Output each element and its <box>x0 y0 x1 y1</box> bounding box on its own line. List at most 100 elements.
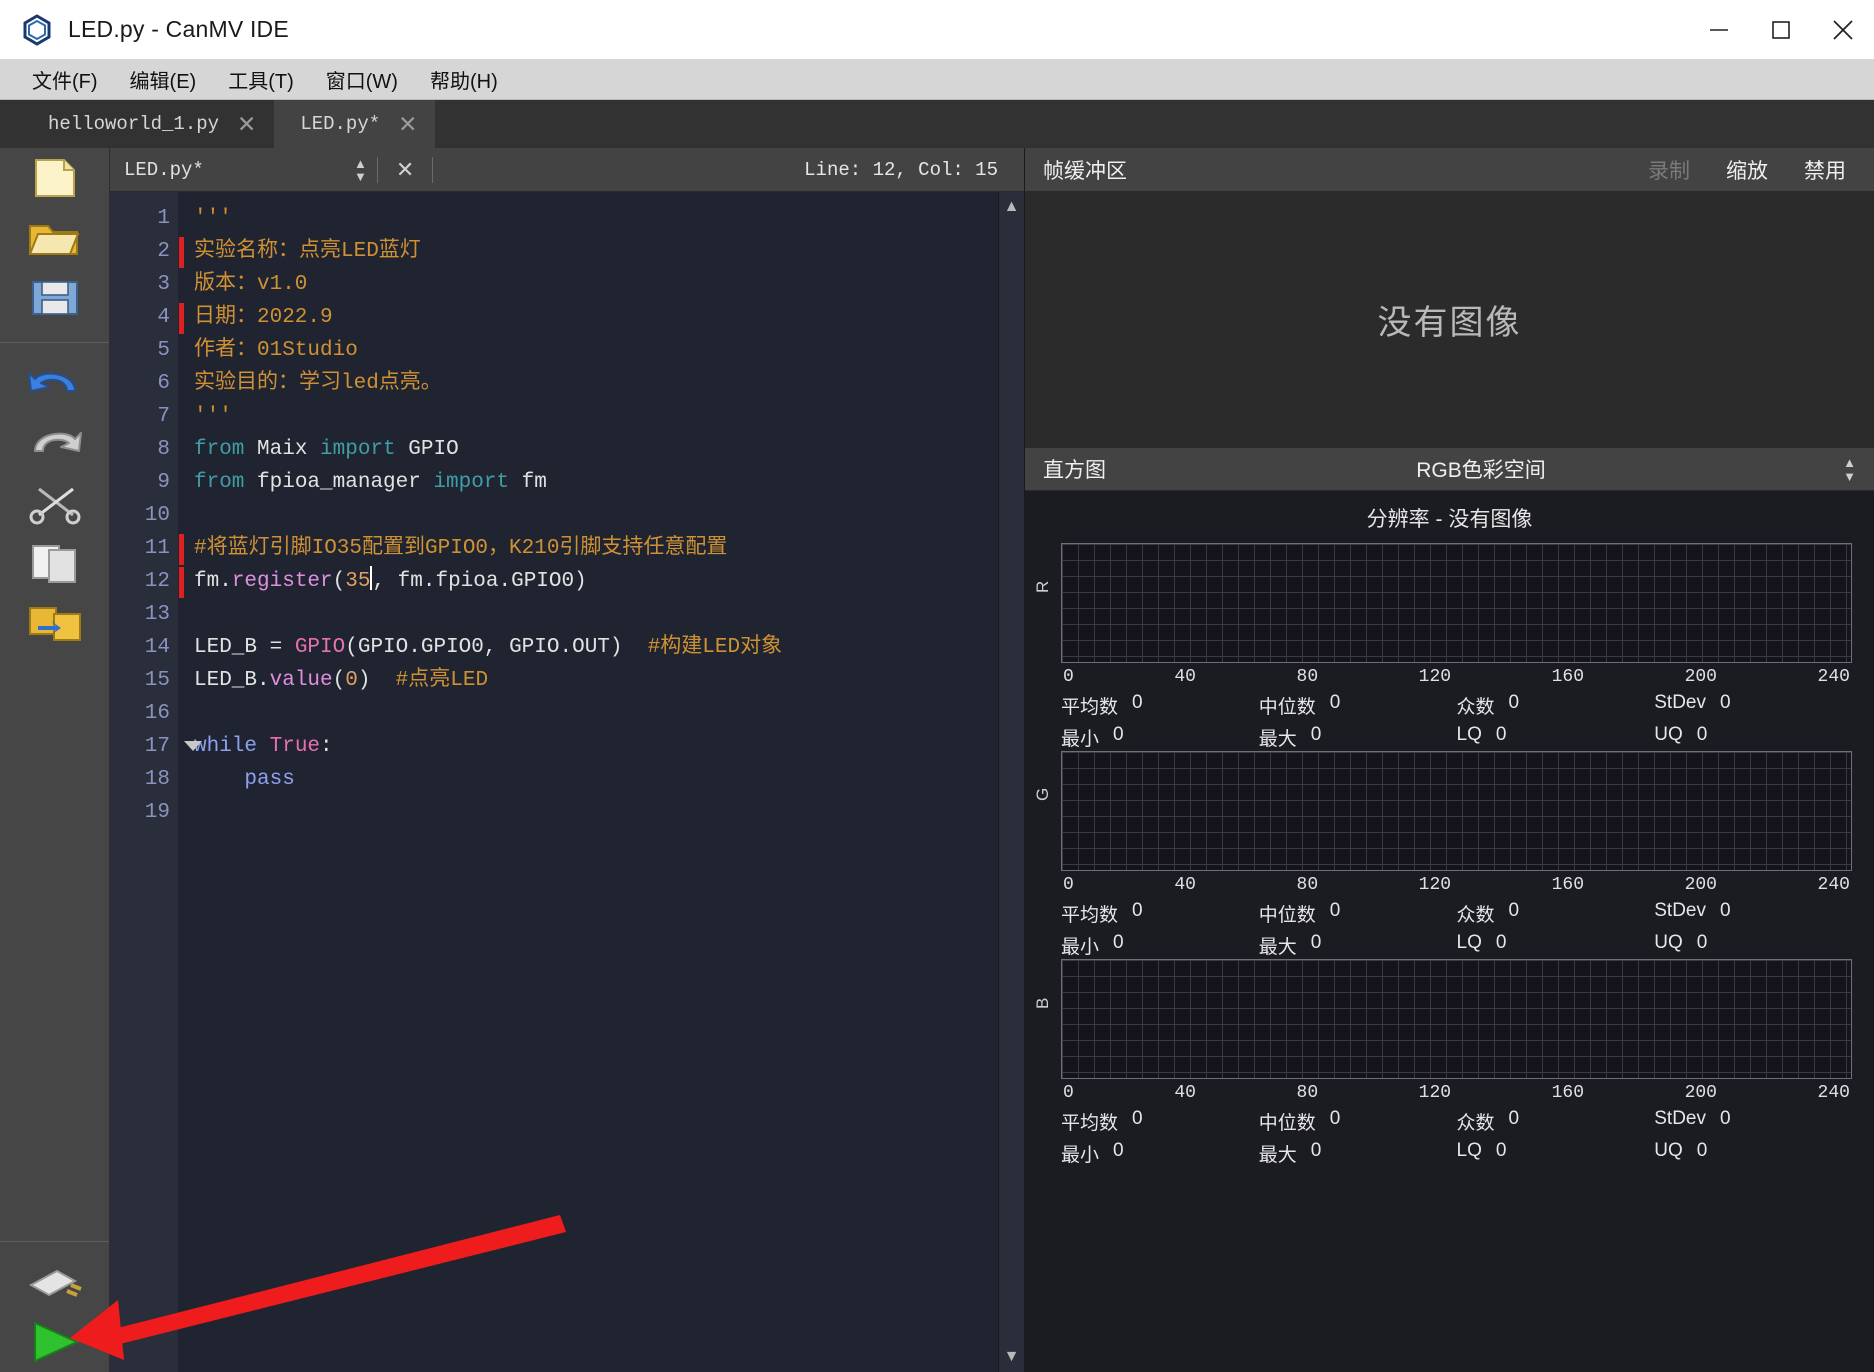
stat-label: 中位数 <box>1258 905 1316 926</box>
code-line: 版本：v1.0 <box>194 273 308 296</box>
record-button[interactable]: 录制 <box>1648 155 1690 185</box>
stat-label: 最小 <box>1061 1145 1100 1166</box>
code-line: from Maix import GPIO <box>194 438 459 461</box>
stat-StDev: StDev 0 <box>1654 692 1852 719</box>
save-floppy-icon[interactable] <box>19 268 91 328</box>
fold-toggle-icon[interactable] <box>184 741 202 751</box>
stat-label: 平均数 <box>1061 905 1119 926</box>
stat-value: 0 <box>1329 692 1341 713</box>
code-line: 作者：01Studio <box>194 339 358 362</box>
stat-value: 0 <box>1310 1140 1322 1161</box>
line-number: 14 <box>144 636 170 659</box>
histogram-axis: 0 40 80 120 160 200 240 <box>1061 663 1852 687</box>
framebuffer-header: 帧缓冲区 录制 缩放 禁用 <box>1025 148 1874 192</box>
disable-button[interactable]: 禁用 <box>1804 155 1846 185</box>
histogram-title: 直方图 <box>1043 459 1106 482</box>
axis-tick: 40 <box>1174 667 1196 687</box>
axis-tick: 240 <box>1817 667 1850 687</box>
stat-value: 0 <box>1310 932 1322 953</box>
connect-plug-icon[interactable] <box>19 1252 91 1312</box>
undo-arrow-icon[interactable] <box>19 353 91 413</box>
stat-value: 0 <box>1132 1108 1143 1129</box>
axis-tick: 240 <box>1817 1083 1850 1103</box>
menu-file[interactable]: 文件(F) <box>16 61 114 98</box>
chevron-up-icon[interactable]: ▲ <box>1843 456 1856 469</box>
code-line: 实验目的：学习led点亮。 <box>194 372 442 395</box>
stat-value: 0 <box>1113 724 1124 745</box>
stat-UQ: UQ 0 <box>1654 1140 1852 1167</box>
code-area[interactable]: ''' 实验名称：点亮LED蓝灯 版本：v1.0 日期：2022.9 作者：01Stud… <box>178 192 998 1372</box>
stat-LQ: LQ 0 <box>1457 724 1655 751</box>
axis-tick: 80 <box>1296 667 1319 687</box>
stat-value: 0 <box>1495 932 1507 953</box>
redo-arrow-icon[interactable] <box>19 413 91 473</box>
stat-最大: 最大 0 <box>1259 1140 1457 1167</box>
run-play-icon[interactable] <box>19 1312 91 1372</box>
scroll-down-icon[interactable]: ▼ <box>1004 1348 1020 1366</box>
tab-helloworld[interactable]: helloworld_1.py ✕ <box>22 100 274 148</box>
chevron-up-icon[interactable]: ▲ <box>354 157 367 170</box>
tab-strip: helloworld_1.py ✕ LED.py* ✕ <box>0 100 1874 148</box>
editor-scrollbar[interactable]: ▲ ▼ <box>998 192 1024 1372</box>
menu-tools[interactable]: 工具(T) <box>212 61 310 98</box>
zoom-button[interactable]: 缩放 <box>1726 155 1768 185</box>
stat-value: 0 <box>1132 900 1143 921</box>
histogram-header: 直方图 RGB色彩空间 ▲ ▼ <box>1025 447 1874 491</box>
stat-平均数: 平均数 0 <box>1061 692 1259 719</box>
axis-tick: 80 <box>1296 1083 1319 1103</box>
stat-中位数: 中位数 0 <box>1259 692 1457 719</box>
colorspace-spinner[interactable]: ▲ ▼ <box>1843 456 1856 483</box>
line-number-gutter: 1 2 3 4 5 6 7 8 9 10 11 12 13 14 15 16 17 18 19 <box>110 192 202 1372</box>
menu-help[interactable]: 帮助(H) <box>414 61 514 98</box>
histogram-plot <box>1061 543 1852 663</box>
copy-pages-icon[interactable] <box>19 533 91 593</box>
line-number: 5 <box>157 339 170 362</box>
code-line: ''' <box>194 405 232 428</box>
axis-tick: 40 <box>1174 875 1196 895</box>
axis-tick: 120 <box>1418 667 1452 687</box>
paste-folder-icon[interactable] <box>19 593 91 653</box>
editor-header: LED.py* ▲ ▼ ✕ Line: 12, Col: 15 <box>110 148 1024 192</box>
chevron-down-icon[interactable]: ▼ <box>1843 470 1856 483</box>
stat-label: UQ <box>1654 932 1683 953</box>
colorspace-label: RGB色彩空间 <box>1416 459 1546 482</box>
axis-tick: 120 <box>1418 1083 1452 1103</box>
change-marker <box>179 303 184 334</box>
tab-close-icon[interactable]: ✕ <box>237 111 256 138</box>
editor-spinner[interactable]: ▲ ▼ <box>354 157 367 183</box>
text-cursor <box>370 566 373 590</box>
editor-close-icon[interactable]: ✕ <box>388 157 422 183</box>
line-number: 6 <box>157 372 170 395</box>
stat-众数: 众数 0 <box>1457 900 1655 927</box>
stat-value: 0 <box>1495 724 1507 745</box>
line-number: 12 <box>110 565 184 598</box>
histogram-axis: 0 40 80 120 160 200 240 <box>1061 1079 1852 1103</box>
code-line: while True: <box>194 735 333 758</box>
open-folder-icon[interactable] <box>19 208 91 268</box>
line-number: 17 <box>110 730 202 763</box>
maximize-icon[interactable] <box>1750 0 1812 60</box>
stat-value: 0 <box>1508 1108 1520 1129</box>
histogram-stats-row: 平均数 0 中位数 0 众数 0 StDev 0 <box>1061 687 1852 719</box>
axis-tick: 0 <box>1063 667 1074 687</box>
editor-body[interactable]: 1 2 3 4 5 6 7 8 9 10 11 12 13 14 15 16 17 18 19 ''' 实验名称：点亮… <box>110 192 1024 1372</box>
framebuffer-view: 没有图像 <box>1025 192 1874 447</box>
scroll-up-icon[interactable]: ▲ <box>1004 198 1020 216</box>
close-icon[interactable] <box>1812 0 1874 60</box>
minimize-icon[interactable] <box>1688 0 1750 60</box>
tab-led[interactable]: LED.py* ✕ <box>274 100 436 148</box>
menu-edit[interactable]: 编辑(E) <box>114 61 213 98</box>
chevron-down-icon[interactable]: ▼ <box>354 170 367 183</box>
new-file-icon[interactable] <box>19 148 91 208</box>
stat-最大: 最大 0 <box>1259 932 1457 959</box>
change-marker <box>179 534 184 565</box>
axis-tick: 120 <box>1418 875 1452 895</box>
scissors-cut-icon[interactable] <box>19 473 91 533</box>
tab-close-icon[interactable]: ✕ <box>398 111 417 138</box>
menu-window[interactable]: 窗口(W) <box>310 61 414 98</box>
stat-label: UQ <box>1654 1140 1683 1161</box>
line-number: 9 <box>157 471 170 494</box>
stat-label: StDev <box>1654 900 1706 921</box>
stat-平均数: 平均数 0 <box>1061 900 1259 927</box>
